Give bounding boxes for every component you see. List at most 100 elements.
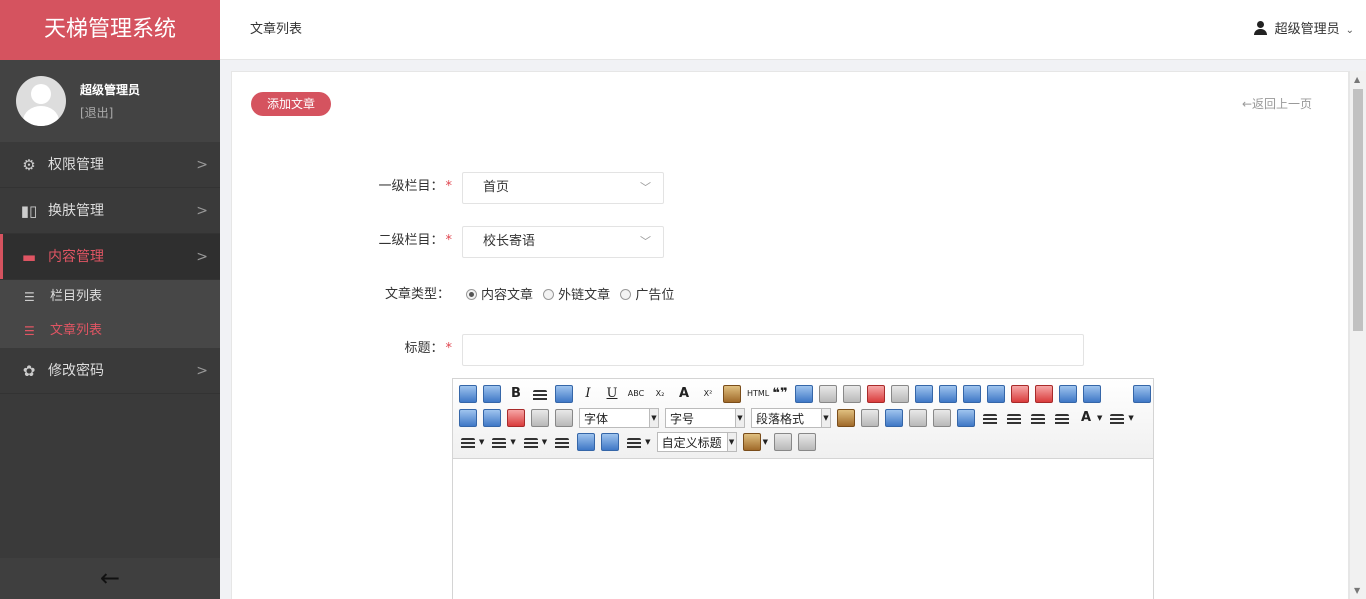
ordered-list-icon[interactable]	[1110, 413, 1125, 426]
sidebar-item-skins[interactable]: ▮▯ 换肤管理 >	[0, 188, 220, 234]
align-right-icon[interactable]	[1007, 413, 1021, 426]
bold-button[interactable]: B	[507, 385, 525, 403]
redo-icon[interactable]	[483, 385, 501, 403]
toolbar-row-1: B I U ABC X₂ A X² HTML ❝❞	[459, 383, 1157, 405]
strikethrough-button[interactable]: ABC	[627, 385, 645, 403]
chevron-down-icon[interactable]: ▼	[479, 438, 484, 446]
chevron-down-icon[interactable]: ▼	[763, 438, 768, 446]
undo-icon[interactable]	[459, 385, 477, 403]
row-spacing-bottom-icon[interactable]	[523, 437, 538, 450]
cell-props-icon[interactable]	[1083, 385, 1101, 403]
chevron-down-icon[interactable]: ▼	[1128, 414, 1133, 422]
calendar-icon[interactable]	[867, 385, 885, 403]
align-left-icon[interactable]	[983, 413, 997, 426]
new-doc-icon[interactable]	[531, 409, 549, 427]
insert-col-icon[interactable]	[939, 385, 957, 403]
chevron-down-icon[interactable]: ▼	[510, 438, 515, 446]
scroll-down-icon[interactable]: ▼	[1354, 586, 1360, 595]
letter-case-upper-icon[interactable]	[773, 433, 792, 451]
sidebar-item-content[interactable]: ▬ 内容管理 >	[0, 234, 220, 280]
html-source-button[interactable]: HTML	[747, 385, 769, 403]
chevron-down-icon: ﹀	[640, 181, 651, 194]
radio-label: 广告位	[635, 288, 675, 303]
blockquote-button[interactable]: ❝❞	[771, 385, 789, 403]
outdent-icon[interactable]	[555, 437, 570, 450]
radio-external-article[interactable]: 外链文章	[543, 286, 610, 306]
sidebar-item-password[interactable]: ✿ 修改密码 >	[0, 348, 220, 394]
indent-icon[interactable]	[533, 389, 547, 402]
unordered-list-icon[interactable]	[461, 437, 475, 450]
scrollbar-thumb[interactable]	[1353, 89, 1363, 331]
profile-name: 超级管理员	[80, 83, 141, 97]
sidebar-item-label: 内容管理	[48, 249, 104, 265]
sidebar-subitem-articles[interactable]: ☰ 文章列表	[0, 314, 220, 348]
profile-panel: 超级管理员 [退出]	[0, 60, 220, 142]
fontborder-button[interactable]: A	[675, 385, 693, 403]
subscript-button[interactable]: X₂	[651, 385, 669, 403]
paragraph-select[interactable]: 段落格式 ▼	[751, 408, 831, 428]
radio-content-article[interactable]: 内容文章	[466, 286, 533, 306]
delete-table-icon[interactable]	[507, 409, 525, 427]
font-family-select[interactable]: 字体 ▼	[579, 408, 659, 428]
custom-heading-select[interactable]: 自定义标题 ▼	[656, 432, 737, 452]
magic-wand-icon[interactable]	[742, 433, 761, 451]
insert-image-icon[interactable]	[837, 409, 855, 427]
italic-button[interactable]: I	[579, 385, 597, 403]
binoculars-icon[interactable]	[933, 409, 951, 427]
search-replace-icon[interactable]	[861, 409, 879, 427]
image-center-icon[interactable]	[601, 433, 620, 451]
table-props-icon[interactable]	[1059, 385, 1077, 403]
eraser-icon[interactable]	[819, 385, 837, 403]
unlink-icon[interactable]	[891, 385, 909, 403]
chevron-right-icon: >	[196, 249, 208, 265]
fullscreen-icon[interactable]	[1133, 385, 1151, 403]
level1-label: 一级栏目： *	[232, 175, 452, 194]
video-icon[interactable]	[957, 409, 975, 427]
underline-button[interactable]: U	[603, 385, 621, 403]
chevron-down-icon[interactable]: ▼	[542, 438, 547, 446]
add-article-button[interactable]: 添加文章	[251, 92, 331, 116]
editor-body[interactable]	[453, 459, 1153, 599]
back-link[interactable]: ←返回上一页	[1242, 95, 1312, 112]
sidebar-collapse-button[interactable]: ←	[0, 558, 220, 599]
superscript-button[interactable]: X²	[699, 385, 717, 403]
title-input[interactable]	[462, 334, 1084, 366]
level1-select[interactable]: 首页 ﹀	[462, 172, 664, 204]
chevron-right-icon: >	[196, 157, 208, 173]
merge-cells-icon[interactable]	[963, 385, 981, 403]
delete-row-icon[interactable]	[1035, 385, 1053, 403]
user-menu[interactable]: 超级管理员 ⌄	[1253, 0, 1354, 61]
line-height-icon[interactable]	[627, 437, 642, 450]
sidebar-subitem-label: 栏目列表	[50, 289, 103, 304]
clock-icon[interactable]	[843, 385, 861, 403]
chevron-down-icon[interactable]: ▼	[645, 438, 650, 446]
level1-select-value: 首页	[483, 180, 510, 195]
sidebar-subitem-columns[interactable]: ☰ 栏目列表	[0, 280, 220, 314]
page-scrollbar[interactable]: ▲ ▼	[1349, 71, 1366, 599]
chevron-down-icon[interactable]: ▼	[1097, 414, 1102, 422]
sidebar-item-permissions[interactable]: ⚙ 权限管理 >	[0, 142, 220, 188]
align-justify-icon[interactable]	[1055, 413, 1069, 426]
split-cells-icon[interactable]	[987, 385, 1005, 403]
logout-link[interactable]: [退出]	[80, 104, 113, 121]
format-painter-icon[interactable]	[723, 385, 741, 403]
delete-col-icon[interactable]	[1011, 385, 1029, 403]
radio-ad-slot[interactable]: 广告位	[620, 286, 674, 306]
folder-icon: ▬	[21, 248, 37, 266]
level2-select[interactable]: 校长寄语 ﹀	[462, 226, 664, 258]
indent-text-icon[interactable]	[555, 409, 573, 427]
font-size-select[interactable]: 字号 ▼	[665, 408, 745, 428]
anchor-icon[interactable]	[885, 409, 903, 427]
letter-case-lower-icon[interactable]	[797, 433, 816, 451]
forecolor-button[interactable]: A	[1077, 409, 1095, 427]
autotypeset-icon[interactable]	[795, 385, 813, 403]
insert-table-icon[interactable]	[459, 409, 477, 427]
link-icon[interactable]	[909, 409, 927, 427]
insert-frame-icon[interactable]	[483, 409, 501, 427]
image-left-icon[interactable]	[577, 433, 596, 451]
row-spacing-top-icon[interactable]	[492, 437, 507, 450]
align-center-icon[interactable]	[1031, 413, 1045, 426]
insert-row-icon[interactable]	[915, 385, 933, 403]
scroll-up-icon[interactable]: ▲	[1354, 75, 1360, 84]
paste-plain-icon[interactable]	[555, 385, 573, 403]
